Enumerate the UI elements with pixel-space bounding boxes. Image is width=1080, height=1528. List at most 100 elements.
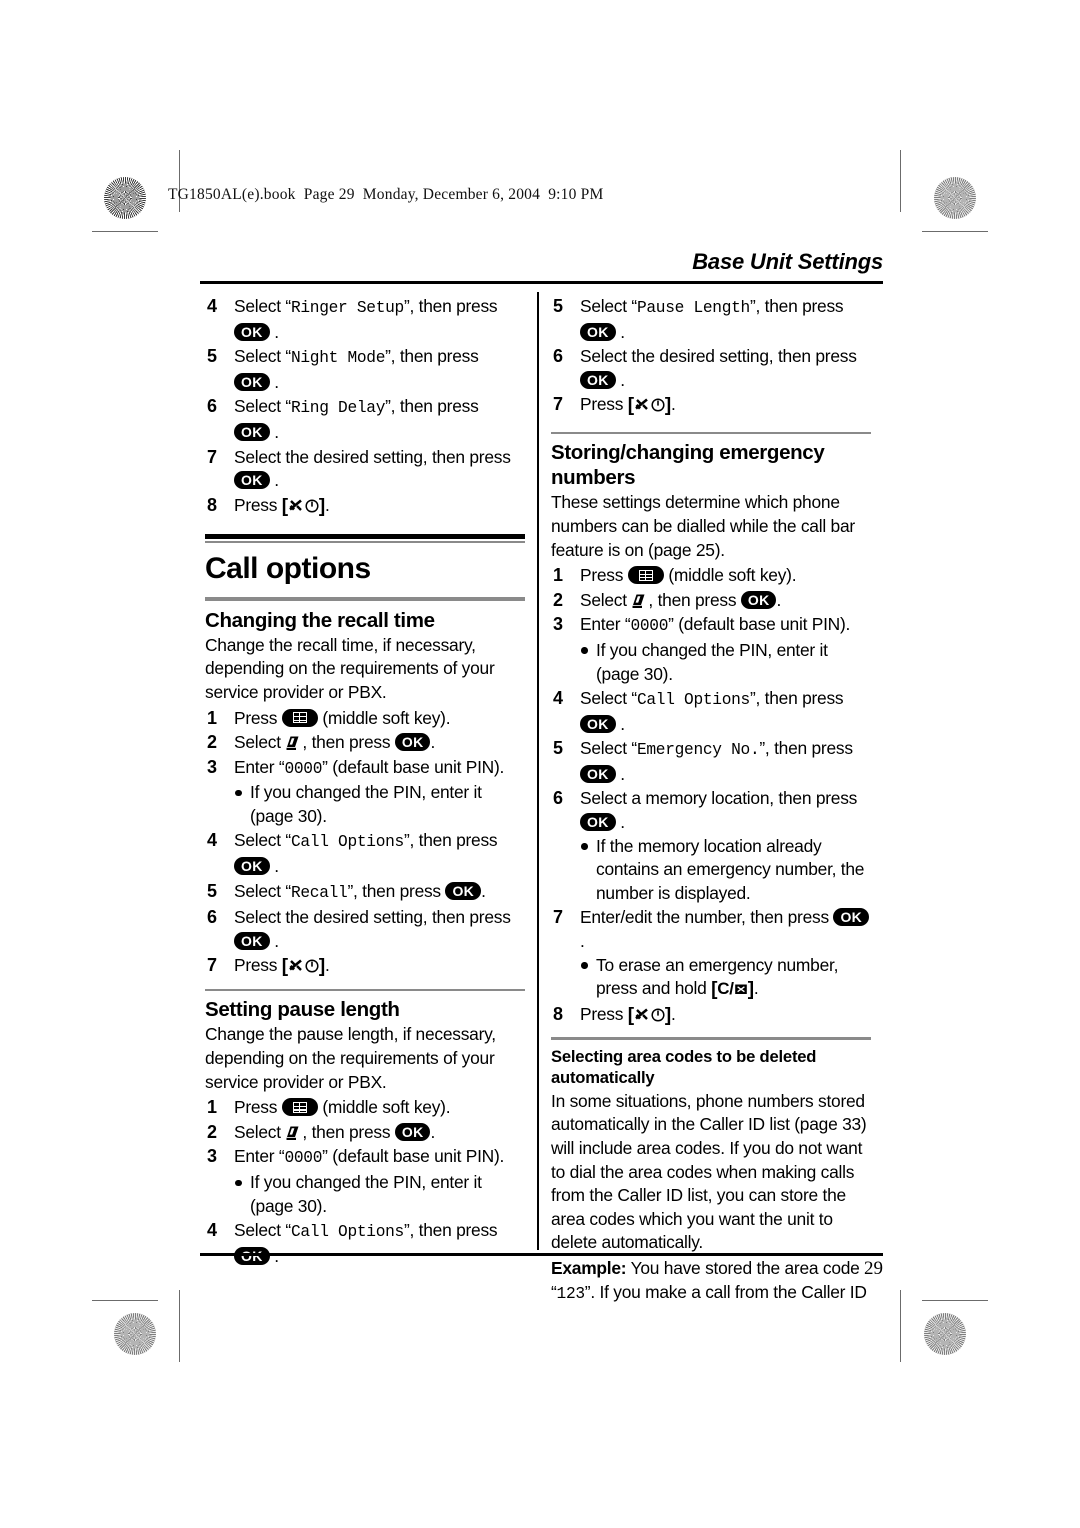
column-divider [537,292,539,1250]
step-item: 1 Press (middle soft key). [205,707,525,731]
step-number: 5 [207,346,217,367]
power-icon [305,496,319,513]
step-number: 4 [207,830,217,851]
bullet-text: If you changed the PIN, enter it (page 3… [250,782,482,826]
period: . [615,321,625,342]
clear-erase-key[interactable]: [C/] [711,978,754,1000]
step-item: 2 Select , then press OK. [551,589,871,613]
step-number: 7 [553,394,563,415]
step-text-pre: Select “ [580,738,637,759]
step-text-pre: Select “ [580,296,637,316]
pin-value: 0000 [284,759,323,778]
ok-key[interactable]: OK [580,764,616,783]
power-icon [651,395,665,412]
step-item: 2 Select , then press OK. [205,1121,525,1145]
ok-key[interactable]: OK [580,322,616,341]
step-key-line: OK . [580,369,871,393]
lcd-label: Pause Length [636,299,750,317]
period: . [324,955,330,976]
period: . [324,494,330,515]
section-intro: Change the pause length, if necessary, d… [205,1024,496,1092]
example-area-code: 123 [556,1284,586,1303]
ok-key[interactable]: OK [234,931,270,950]
step-item: 6 Select “Ring Delay”, then press OK . [205,395,525,444]
bullet-item: If you changed the PIN, enter it (page 3… [205,781,525,828]
lcd-label: Call Options [636,691,750,710]
chapter-title: Call options [205,552,371,586]
step-key-line: OK . [234,371,525,395]
step-text-mid: , then press [302,732,395,753]
ok-key[interactable]: OK [394,733,431,752]
registration-crosshair-center-right [934,738,974,778]
step-text-post: . [430,1121,436,1142]
step-item: 6 Select a memory location, then press O… [551,787,871,834]
trim-line-vert-right-bottom [900,1290,902,1362]
step-text-mid: , then press [648,589,741,610]
step-text-post: ” (default base unit PIN). [322,1146,505,1167]
step-text-pre: Select the desired setting, then press [234,907,511,928]
step-text-pre: Enter “ [234,756,285,777]
step-text-post: ”, then press [403,296,498,316]
step-text-pre: Select “ [234,1220,291,1241]
settings-icon[interactable] [285,735,302,751]
registration-crosshair-bottom-center [520,1313,560,1353]
ok-key[interactable]: OK [234,372,270,391]
step-number: 3 [207,1146,217,1167]
ok-key[interactable]: OK [740,590,777,609]
period: . [269,371,279,392]
ok-key[interactable]: OK [234,471,270,490]
ok-key[interactable]: OK [234,322,270,341]
step-text-post: ”, then press [385,346,479,367]
trim-line-bottom-left [92,1300,158,1302]
step-text-pre: Select [234,732,286,753]
period: . [753,978,759,999]
step-item: 7 Press []. [551,393,871,418]
step-item: 6 Select the desired setting, then press… [551,345,871,392]
lcd-label: Emergency No. [636,741,760,760]
offhook-key[interactable]: [] [282,955,325,977]
step-text-pre: Press [234,707,282,728]
step-number: 5 [207,880,217,901]
lcd-label: Recall [290,883,348,902]
settings-icon[interactable] [285,1125,302,1141]
erase-icon [734,979,748,995]
middle-soft-key-icon[interactable] [627,566,664,585]
step-text-pre: Select “ [234,830,291,851]
running-head: Base Unit Settings [692,249,883,274]
step-text-mid: ”, then press [749,688,844,709]
bullet-item: If you changed the PIN, enter it (page 3… [205,1171,525,1218]
offhook-key[interactable]: [] [628,394,671,416]
step-item: 4 Select “Call Options”, then press OK . [205,829,525,878]
ok-key[interactable]: OK [833,908,870,927]
ok-key[interactable]: OK [580,714,616,733]
period: . [269,321,279,342]
middle-soft-key-icon[interactable] [281,708,318,727]
step-text-post: . [580,931,585,952]
section-title: Changing the recall time [205,608,435,632]
step-key-line: OK . [234,469,525,493]
ok-key[interactable]: OK [580,813,616,832]
settings-icon[interactable] [631,593,648,609]
step-text-mid: , then press [302,1121,395,1142]
step-number: 5 [553,738,563,759]
ok-key[interactable]: OK [445,881,482,900]
clear-key-label: C/ [717,979,734,999]
pin-value: 0000 [630,617,669,636]
step-item: 5 Select “Pause Length”, then press OK . [551,295,871,344]
trim-line-top-left [92,231,158,233]
period: . [269,930,279,951]
step-number: 7 [553,907,563,928]
right-column: 5 Select “Pause Length”, then press OK .… [551,294,871,1308]
ok-key[interactable]: OK [394,1122,431,1141]
offhook-key[interactable]: [] [282,495,325,517]
step-item: 8 Press []. [205,494,525,519]
page-number: 29 [864,1258,883,1279]
middle-soft-key-icon[interactable] [281,1098,318,1117]
step-number: 1 [553,565,563,586]
registration-crosshair-lower-left [104,1258,144,1298]
offhook-key[interactable]: [] [628,1004,671,1026]
ok-key[interactable]: OK [234,422,270,441]
ok-key[interactable]: OK [234,857,270,876]
ok-key[interactable]: OK [580,370,616,389]
bullet-dot [235,789,242,797]
